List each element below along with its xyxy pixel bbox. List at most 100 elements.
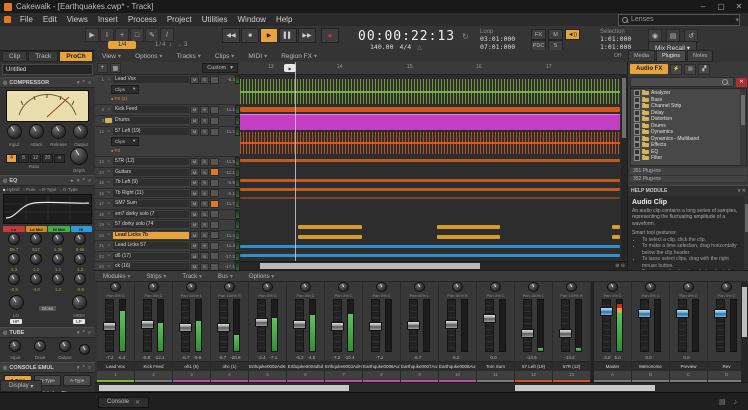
clips-horizontal-scrollbar[interactable]: ⊕ ⊖ (240, 261, 627, 270)
audio-clip[interactable] (298, 235, 362, 239)
channel-strip[interactable]: Pan 50% L -6.7 Earthquke0007Au7 9 (401, 282, 439, 384)
mute-button[interactable]: M (190, 168, 199, 176)
channel-strip[interactable]: Pan 0% C -2.4-7.1 Erthquke0002AdKc 5 (249, 282, 287, 384)
loop-start[interactable]: 03:01:000 (480, 35, 515, 43)
tool-button[interactable]: + (115, 28, 129, 42)
track-row[interactable]: 21 ~ Lead Licks 57 M S -11.4 ▾ (95, 241, 240, 252)
tube-knob[interactable] (34, 340, 46, 352)
plugin-search-input[interactable] (630, 77, 734, 87)
tab-clip[interactable]: Clip (2, 51, 27, 62)
eq-header[interactable]: ◎ EQ ▸ ▾ * ≡ (0, 175, 95, 186)
folder-checkbox[interactable] (634, 129, 640, 135)
track-row[interactable]: 20 ~ Lead Licks 7b M S -11.4 ▾ (95, 231, 240, 242)
timeline-ruler[interactable]: 13 14 15 16 17 ▶ (240, 62, 627, 75)
folder-checkbox[interactable] (634, 90, 640, 96)
track-name[interactable]: d6 (17) (113, 253, 189, 260)
tool-button[interactable]: □ (130, 28, 144, 42)
track-row[interactable]: 22 ~ d6 (17) M S -17.2 ▾ (95, 252, 240, 263)
track-row[interactable]: 16 ~ 7b Right (11) M S -5.1 ▾ (95, 189, 240, 200)
ratio-button[interactable]: ∞ (54, 154, 65, 163)
solo-button[interactable]: S (200, 168, 209, 176)
compressor-header[interactable]: ◎ COMPRESSOR ▾ * ≡ (0, 77, 95, 88)
mute-button[interactable]: M (190, 189, 199, 197)
power-icon[interactable]: ◎ (3, 330, 7, 336)
mute-global-button[interactable]: M (548, 29, 563, 40)
folder-list-scrollbar[interactable] (740, 89, 746, 165)
power-icon[interactable]: ◎ (3, 178, 7, 184)
eq-knob[interactable] (74, 273, 86, 285)
pan-knob[interactable] (224, 282, 235, 292)
solo-button[interactable]: S (200, 179, 209, 187)
pan-knob[interactable] (148, 282, 159, 292)
track-row[interactable]: 12 ~ 57 Left (19) M S -11.2 Clips▾ FX (95, 127, 240, 157)
track-volume-value[interactable]: -5.8 (220, 180, 235, 185)
solo-button[interactable]: S (200, 210, 209, 218)
save-layout-icon[interactable]: ▤ (684, 64, 696, 75)
input-echo-button[interactable] (210, 252, 219, 260)
mute-button[interactable]: M (190, 242, 199, 250)
input-echo-button[interactable] (210, 76, 219, 84)
menu-item[interactable]: File (15, 13, 38, 26)
folder-checkbox[interactable] (634, 103, 640, 109)
channel-strip[interactable]: Pan 0% C -5.9-12.1 Kick Feed 2 (135, 282, 173, 384)
fx-rack-label[interactable]: FX (111, 148, 120, 153)
pan-knob[interactable] (566, 282, 577, 292)
rewind-button[interactable]: ◀◀ (222, 28, 240, 43)
strip-name[interactable]: oh1 (5) (173, 361, 210, 371)
track-name[interactable]: sm7 dorky solo (7 (113, 211, 189, 218)
lo-filter-knob[interactable] (9, 295, 24, 310)
loop-icon[interactable]: ↻ (462, 32, 469, 41)
eq-knob[interactable] (74, 253, 86, 265)
mute-button[interactable]: M (190, 158, 199, 166)
power-icon[interactable]: ◎ (3, 365, 7, 371)
selection-start[interactable]: 1:01:000 (600, 35, 631, 43)
track-row[interactable]: 3 Drums M S ▾ (95, 116, 240, 127)
input-echo-button[interactable] (210, 158, 219, 166)
folder-checkbox[interactable] (634, 155, 640, 161)
track-name[interactable]: SM7 Sum (113, 200, 189, 207)
menu-item[interactable]: Edit (38, 13, 62, 26)
compressor-knob[interactable] (7, 124, 22, 139)
console-menu-item[interactable]: Modules (95, 273, 138, 280)
mute-button[interactable]: M (190, 117, 199, 125)
pause-button[interactable]: ▌▌ (279, 28, 297, 43)
solo-button[interactable]: S (200, 231, 209, 239)
track-name[interactable]: 57 Left (19) (113, 128, 189, 135)
tab-media[interactable]: Media (628, 50, 655, 62)
volume-fader[interactable] (369, 322, 382, 331)
pan-knob[interactable] (721, 282, 732, 292)
mute-button[interactable]: M (190, 179, 199, 187)
volume-fader[interactable] (445, 320, 458, 329)
tab-notes[interactable]: Notes (687, 50, 713, 62)
eq-knob[interactable] (30, 273, 42, 285)
master-strip[interactable]: Pan 0% C 0.0 Metronome B (632, 282, 670, 384)
track-name[interactable]: Drums (113, 117, 189, 124)
track-name[interactable]: 57 dorky solo (74 (113, 221, 189, 228)
compressor-knob[interactable] (73, 124, 88, 139)
track-view-menu-item[interactable]: MIDI (241, 52, 274, 60)
strip-name[interactable]: Erthquke0003AdHf (325, 361, 362, 371)
volume-fader[interactable] (559, 329, 572, 338)
track-row[interactable]: 17 ~ SM7 Sum M S -11.7 ▾ (95, 199, 240, 210)
solo-button[interactable]: S (200, 189, 209, 197)
audio-clip[interactable] (298, 225, 362, 229)
lp-button[interactable]: LP (73, 319, 85, 324)
track-row[interactable]: 1 ~ Lead Vox M S -6.4 Clips▾ FX (2) (95, 75, 240, 105)
menu-item[interactable]: Help (271, 13, 297, 26)
eq-mode-option[interactable]: Hybrid (3, 187, 20, 192)
fx-rack-label[interactable]: FX (2) (111, 96, 127, 101)
compressor-knob[interactable] (51, 124, 66, 139)
pan-knob[interactable] (376, 282, 387, 292)
tool-button[interactable]: ✎ (145, 28, 159, 42)
solo-button[interactable]: S (200, 76, 209, 84)
channel-strip[interactable]: Pan 0% C -5.2-4.5 Erthquke0004d5d 6 (287, 282, 325, 384)
strip-name[interactable]: Lead Vox (97, 361, 134, 371)
solo-button[interactable]: S (200, 221, 209, 229)
pan-knob[interactable] (186, 282, 197, 292)
tool-button[interactable]: / (160, 28, 174, 42)
mute-button[interactable]: M (190, 210, 199, 218)
minimize-button[interactable]: – (694, 0, 712, 13)
audio-clip[interactable] (240, 188, 620, 191)
channel-strip[interactable]: Pan 0% C -7.2 Earthquke0006Au7 8 (363, 282, 401, 384)
track-volume-value[interactable]: -11.1 (220, 170, 235, 175)
